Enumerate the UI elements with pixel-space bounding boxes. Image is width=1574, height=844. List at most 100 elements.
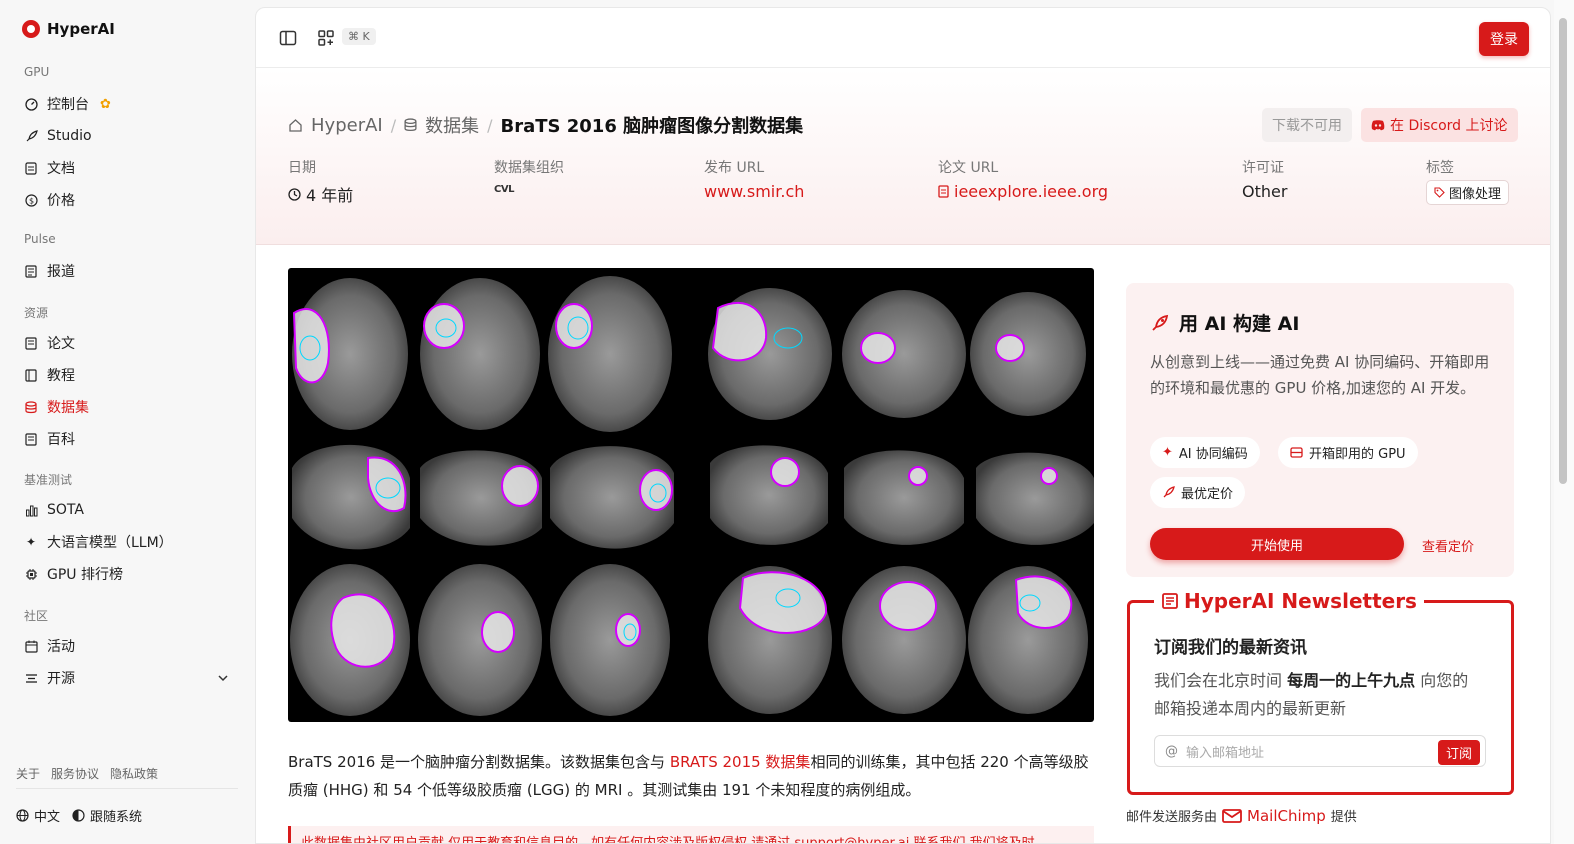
meta-paper-label: 论文 URL xyxy=(938,160,999,176)
sidebar-item-label: 教程 xyxy=(47,368,75,384)
sidebar-item-console[interactable]: 控制台 ✿ xyxy=(24,93,111,115)
breadcrumb-separator: / xyxy=(390,115,397,135)
app-name: HyperAI xyxy=(47,20,115,38)
promo-title: 用 AI 构建 AI xyxy=(1150,309,1299,336)
sidebar-item-llm[interactable]: ✦ 大语言模型（LLM） xyxy=(24,531,173,553)
date-text: 4 年前 xyxy=(306,186,354,205)
promo-description: 从创意到上线——通过免费 AI 协同编码、开箱即用的环境和最优惠的 GPU 价格… xyxy=(1150,353,1490,397)
feature-pill-cocoding[interactable]: ✦ AI 协同编码 xyxy=(1150,437,1260,468)
sidebar-item-label: 开源 xyxy=(47,671,75,687)
newsletter-schedule: 每周一的上午九点 xyxy=(1287,671,1416,690)
sidebar-item-datasets[interactable]: 数据集 xyxy=(24,396,89,418)
sidebar-toggle-icon[interactable] xyxy=(279,29,297,47)
view-pricing-link[interactable]: 查看定价 xyxy=(1422,536,1474,555)
meta-date-label: 日期 xyxy=(288,160,316,176)
sparkle-icon: ✦ xyxy=(1162,445,1173,460)
mail-provider-pre: 邮件发送服务由 xyxy=(1126,810,1218,825)
mri-scan-grid-image xyxy=(290,276,1094,716)
top-bar: ⌘ K 登录 xyxy=(256,8,1550,68)
divider xyxy=(16,788,238,789)
sidebar-item-label: 论文 xyxy=(47,336,75,352)
dataset-preview-image xyxy=(288,268,1094,722)
tag-chip[interactable]: 图像处理 xyxy=(1426,180,1510,205)
newspaper-icon xyxy=(1162,593,1178,609)
sidebar-item-papers[interactable]: 论文 xyxy=(24,332,75,354)
footer-link-about[interactable]: 关于 xyxy=(16,765,40,782)
release-url-link[interactable]: www.smir.ch xyxy=(704,182,804,201)
sparkle-icon: ✦ xyxy=(25,535,37,549)
license-value: Other xyxy=(1242,182,1288,201)
breadcrumb-separator: / xyxy=(487,115,493,135)
footer-link-privacy[interactable]: 隐私政策 xyxy=(110,765,158,782)
mail-icon xyxy=(1222,808,1242,823)
sidebar-item-news[interactable]: 报道 xyxy=(24,260,75,282)
paper-url-link[interactable]: ieeexplore.ieee.org xyxy=(938,182,1108,201)
clock-icon xyxy=(288,187,301,201)
section-label-pulse: Pulse xyxy=(24,232,56,246)
meta-org-value[interactable]: CVL xyxy=(494,184,514,195)
language-switcher[interactable]: 中文 xyxy=(16,806,60,825)
doc-icon xyxy=(24,161,38,175)
hyperai-logo-icon xyxy=(22,20,40,38)
newsletter-title: HyperAI Newsletters xyxy=(1154,589,1424,613)
sidebar-item-label: 大语言模型（LLM） xyxy=(47,535,173,551)
paper-url-text: ieeexplore.ieee.org xyxy=(954,182,1109,201)
download-button[interactable]: 下载不可用 xyxy=(1262,108,1352,142)
sidebar-item-sota[interactable]: SOTA xyxy=(24,499,84,521)
tag-icon xyxy=(1434,187,1445,198)
breadcrumb-section[interactable]: 数据集 xyxy=(425,112,479,138)
svg-text:$: $ xyxy=(29,196,34,205)
login-button[interactable]: 登录 xyxy=(1479,22,1529,56)
at-icon: @ xyxy=(1165,743,1178,759)
scrollbar-thumb[interactable] xyxy=(1559,18,1567,484)
feature-pill-gpu[interactable]: 开箱即用的 GPU xyxy=(1278,437,1418,468)
newsletter-text-pre: 我们会在北京时间 xyxy=(1154,671,1288,690)
theme-switcher[interactable]: 跟随系统 xyxy=(72,806,142,825)
dashboard-icon xyxy=(24,97,38,111)
sidebar-item-tutorials[interactable]: 教程 xyxy=(24,364,75,386)
meta-org-label: 数据集组织 xyxy=(494,160,564,176)
sidebar-item-studio[interactable]: Studio xyxy=(24,125,92,147)
sidebar-item-pricing[interactable]: $ 价格 xyxy=(24,189,75,211)
sidebar-item-wiki[interactable]: 百科 xyxy=(24,428,75,450)
sidebar-item-gpu-leaderboard[interactable]: GPU 排行榜 xyxy=(24,563,123,585)
description-text-1: BraTS 2016 是一个脑肿瘤分割数据集。该数据集包含与 xyxy=(288,753,670,771)
rocket-icon xyxy=(1163,486,1175,498)
meta-license-label: 许可证 xyxy=(1242,160,1284,176)
book-icon xyxy=(24,368,38,382)
feature-pill-pricing[interactable]: 最优定价 xyxy=(1150,477,1246,508)
get-started-button[interactable]: 开始使用 xyxy=(1150,528,1404,560)
mailchimp-link[interactable]: MailChimp xyxy=(1247,807,1326,825)
discord-icon xyxy=(1371,120,1385,131)
discord-button[interactable]: 在 Discord 上讨论 xyxy=(1361,108,1518,142)
sidebar-settings: 中文 跟随系统 xyxy=(16,806,142,825)
sidebar-item-label: SOTA xyxy=(47,502,84,518)
sidebar-item-docs[interactable]: 文档 xyxy=(24,157,75,179)
section-label-gpu: GPU xyxy=(24,65,50,79)
home-icon xyxy=(289,118,302,132)
page-title: BraTS 2016 脑肿瘤图像分割数据集 xyxy=(500,116,804,137)
section-label-community: 社区 xyxy=(24,609,49,623)
meta-tags-label: 标签 xyxy=(1426,160,1454,176)
newsletter-title-text: HyperAI Newsletters xyxy=(1184,589,1417,613)
search-shortcut[interactable]: ⌘ K xyxy=(342,28,376,45)
sidebar-item-events[interactable]: 活动 xyxy=(24,635,75,657)
email-placeholder: 输入邮箱地址 xyxy=(1186,745,1265,761)
newsletter-subtitle: 订阅我们的最新资讯 xyxy=(1154,638,1307,658)
sidebar-item-label: Studio xyxy=(47,128,92,144)
sidebar-item-label: 文档 xyxy=(47,161,75,177)
opensource-icon xyxy=(24,671,38,685)
sidebar-item-opensource[interactable]: 开源 xyxy=(24,667,75,689)
pill-label: AI 协同编码 xyxy=(1178,447,1248,462)
sidebar-item-label: 报道 xyxy=(47,264,75,280)
copyright-notice: 此数据集由社区用户贡献,仅用于教育和信息目的，如有任何内容涉及版权侵权,请通过 … xyxy=(288,826,1094,843)
footer-link-terms[interactable]: 服务协议 xyxy=(51,765,99,782)
apps-grid-icon[interactable] xyxy=(317,29,335,47)
brats-2015-link[interactable]: BRATS 2015 数据集 xyxy=(670,753,811,771)
email-field[interactable]: @ 输入邮箱地址 订阅 xyxy=(1154,735,1486,767)
chevron-down-icon[interactable] xyxy=(216,671,230,685)
breadcrumb-home[interactable]: HyperAI xyxy=(311,115,383,136)
app-logo[interactable]: HyperAI xyxy=(22,20,115,38)
subscribe-button[interactable]: 订阅 xyxy=(1437,740,1480,765)
page-scrollbar[interactable] xyxy=(1554,0,1574,844)
